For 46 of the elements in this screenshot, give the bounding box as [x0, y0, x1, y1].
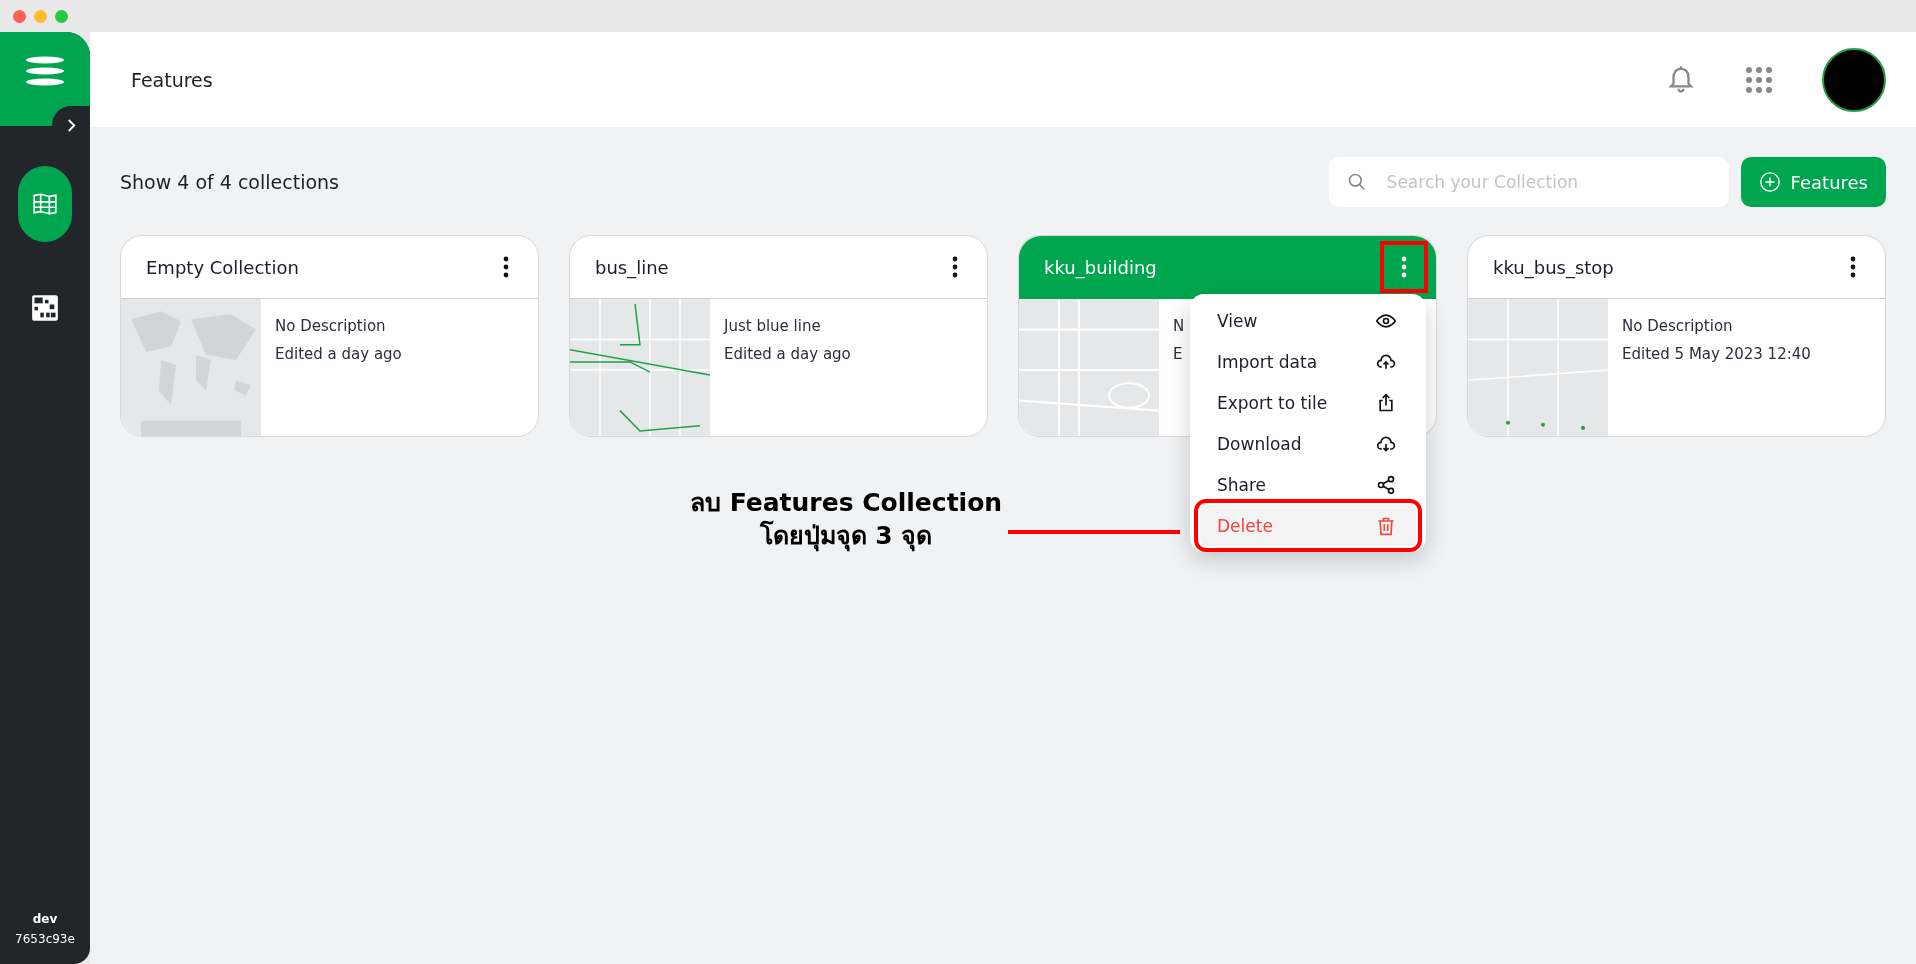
collection-title: kku_bus_stop: [1493, 256, 1614, 278]
edited-time: Edited a day ago: [724, 345, 851, 363]
chevron-right-icon: [65, 117, 77, 133]
annotation-note: ลบ Features Collection โดยปุ่มจุด 3 จุด: [690, 487, 1003, 552]
menu-item[interactable]: View: [1200, 300, 1416, 341]
collection-card[interactable]: Empty Collection No Description Edited a day ago: [120, 235, 539, 437]
vertical-dots-icon: [1850, 256, 1856, 278]
share-up-icon: [1376, 392, 1396, 413]
maximize-window-button[interactable]: [55, 9, 68, 23]
vertical-dots-icon: [952, 256, 958, 278]
edited-time: Edited 5 May 2023 12:40: [1622, 345, 1811, 363]
sidebar-nav-item[interactable]: [18, 166, 72, 242]
menu-item[interactable]: Export to tile: [1200, 382, 1416, 423]
environment-label: dev: [32, 912, 58, 926]
map-icon: [32, 191, 58, 217]
page-title: Features: [131, 68, 213, 91]
collection-description: No Description: [1622, 317, 1734, 335]
menu-item[interactable]: Share: [1200, 464, 1416, 505]
share-nodes-icon: [1376, 474, 1396, 495]
edited-time: E: [1173, 345, 1184, 363]
search-icon: [1346, 172, 1367, 192]
build-hash: 7653c93e: [15, 932, 75, 946]
apps-grid-icon[interactable]: [1744, 64, 1774, 95]
search-field[interactable]: Search your Collection: [1328, 157, 1729, 207]
collection-description: N: [1173, 317, 1185, 335]
notification-bell-icon[interactable]: [1666, 64, 1696, 95]
menu-item[interactable]: Download: [1200, 423, 1416, 464]
collection-card[interactable]: bus_line Just blue line Edited a day ago: [569, 235, 988, 437]
collection-title: kku_building: [1044, 256, 1157, 278]
trash-icon: [1376, 515, 1396, 536]
minimize-window-button[interactable]: [34, 9, 47, 23]
collection-description: Just blue line: [724, 317, 822, 335]
collection-count: Show 4 of 4 collections: [120, 171, 339, 193]
edited-time: Edited a day ago: [275, 345, 402, 363]
collection-title: Empty Collection: [146, 256, 299, 278]
stacked-layers-logo-icon: [25, 54, 65, 88]
plus-circle-icon: [1758, 171, 1781, 193]
collection-card[interactable]: kku_bus_stop No Description Edited 5 May 2023 12:40: [1467, 235, 1886, 437]
vertical-dots-icon: [1401, 256, 1407, 278]
collection-title: bus_line: [595, 256, 669, 278]
grid-icon: [31, 294, 59, 322]
more-options-button[interactable]: [1380, 241, 1428, 293]
vertical-dots-icon: [503, 256, 509, 278]
close-window-button[interactable]: [13, 9, 26, 23]
collection-description: No Description: [275, 317, 387, 335]
menu-item[interactable]: Import data: [1200, 341, 1416, 382]
